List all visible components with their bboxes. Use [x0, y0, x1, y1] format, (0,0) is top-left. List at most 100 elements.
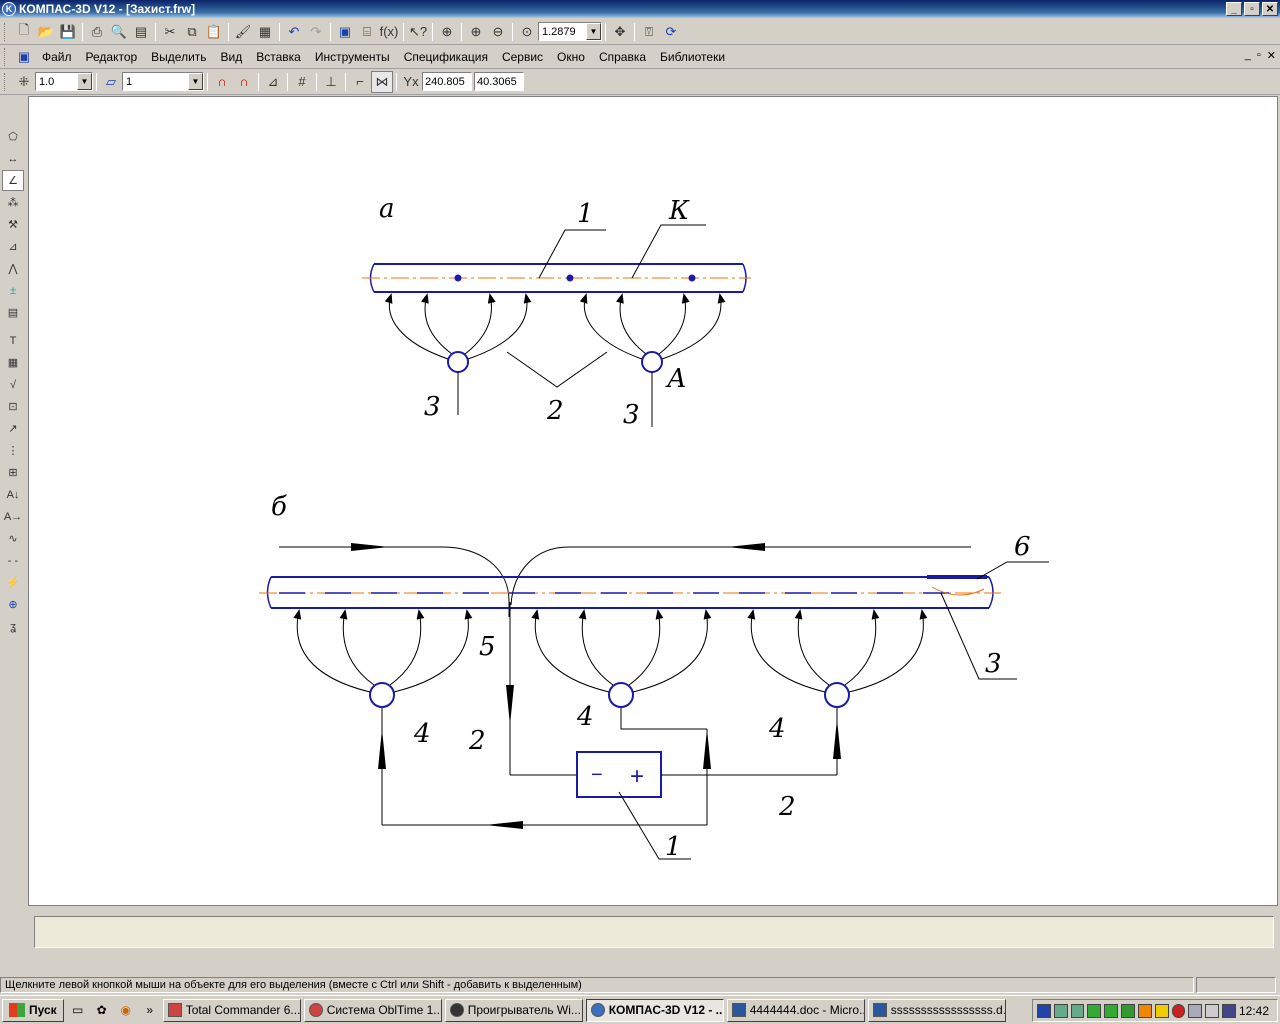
- show-desktop-icon[interactable]: ▭: [68, 1000, 88, 1020]
- tray-shield-icon[interactable]: [1137, 1003, 1152, 1018]
- cursor-step-icon[interactable]: ⁜: [13, 71, 35, 93]
- menu-editor[interactable]: Редактор: [79, 50, 145, 64]
- maximize-button[interactable]: ▫: [1244, 2, 1260, 16]
- task-kompas[interactable]: КОМПАС-3D V12 - ...: [585, 998, 724, 1022]
- coord-y-field[interactable]: 40.3065: [474, 72, 524, 91]
- roughness-icon[interactable]: √: [2, 374, 24, 395]
- kompas-app-icon[interactable]: K: [2, 2, 16, 16]
- preview-icon[interactable]: ▤: [130, 21, 152, 43]
- task-obltime[interactable]: Система OblTime 1....: [303, 998, 442, 1022]
- zoom-combo[interactable]: 1.2879 ▼: [538, 22, 602, 41]
- close-button[interactable]: ✕: [1262, 2, 1278, 16]
- spec-icon[interactable]: ▣: [334, 21, 356, 43]
- reports-icon[interactable]: ▤: [2, 302, 24, 323]
- menu-service[interactable]: Сервис: [495, 50, 550, 64]
- cut-line-icon[interactable]: A↓: [2, 484, 24, 505]
- menu-help[interactable]: Справка: [592, 50, 653, 64]
- snap-magnet-icon[interactable]: ∩: [211, 71, 233, 93]
- axis-line-icon[interactable]: - -: [2, 550, 24, 571]
- menu-select[interactable]: Выделить: [144, 50, 213, 64]
- zoom-out-icon[interactable]: ⊖: [487, 21, 509, 43]
- lightning-icon[interactable]: ⚡: [2, 572, 24, 593]
- minimize-button[interactable]: _: [1226, 2, 1242, 16]
- paste-icon[interactable]: 📋: [203, 21, 225, 43]
- open-icon[interactable]: 📂: [35, 21, 57, 43]
- grid-icon[interactable]: #: [291, 71, 313, 93]
- help-pointer-icon[interactable]: ↖?: [407, 21, 429, 43]
- tolerance-icon[interactable]: ⊞: [2, 462, 24, 483]
- designations-icon[interactable]: ∠: [2, 170, 24, 191]
- print-preview-icon[interactable]: 🔍: [108, 21, 130, 43]
- ortho-icon[interactable]: ⊿: [262, 71, 284, 93]
- tray-guard-icon[interactable]: [1154, 1003, 1169, 1018]
- tray-update-icon[interactable]: [1087, 1003, 1102, 1018]
- zoom-scale-icon[interactable]: ⊙: [516, 21, 538, 43]
- layer-combo[interactable]: 1 ▼: [122, 72, 204, 91]
- redo-icon[interactable]: ↷: [305, 21, 327, 43]
- dimensions-icon[interactable]: ↔: [2, 148, 24, 169]
- task-media-player[interactable]: Проигрыватель Wi...: [444, 998, 583, 1022]
- chevron-down-icon[interactable]: ▼: [586, 23, 601, 40]
- text-icon[interactable]: T: [2, 330, 24, 351]
- quicklaunch-browser-icon[interactable]: ◉: [116, 1000, 136, 1020]
- language-icon[interactable]: [1037, 1003, 1051, 1018]
- quicklaunch-more-icon[interactable]: »: [140, 1000, 160, 1020]
- quicklaunch-app-icon[interactable]: ✿: [92, 1000, 112, 1020]
- step-combo[interactable]: 1.0 ▼: [35, 72, 93, 91]
- break-line-icon[interactable]: ʓ: [2, 616, 24, 637]
- layers-icon[interactable]: ▱: [100, 71, 122, 93]
- zoom-frame-icon[interactable]: ⊕: [436, 21, 458, 43]
- select-icon[interactable]: ⋀: [2, 258, 24, 279]
- spec-edit-icon[interactable]: ±: [2, 280, 24, 301]
- menu-grip[interactable]: [4, 47, 7, 66]
- new-document-icon[interactable]: 🗋: [13, 21, 35, 43]
- position-leader-icon[interactable]: ⋮: [2, 440, 24, 461]
- base-icon[interactable]: ⊡: [2, 396, 24, 417]
- task-total-commander[interactable]: Total Commander 6....: [162, 998, 301, 1022]
- start-button[interactable]: Пуск: [2, 998, 64, 1022]
- parametric-icon[interactable]: ⋈: [371, 70, 393, 93]
- task-word-doc[interactable]: 4444444.doc - Micro...: [726, 998, 865, 1022]
- volume-icon[interactable]: [1205, 1003, 1220, 1018]
- drawing-canvas[interactable]: а 1 К 3 2 3 А б 6 3 5 2 − + 1 2 4 4 4: [28, 96, 1278, 906]
- zoom-in-icon[interactable]: ⊕: [465, 21, 487, 43]
- menu-specification[interactable]: Спецификация: [397, 50, 495, 64]
- tray-settings-icon[interactable]: [1222, 1003, 1236, 1018]
- doc-close-button[interactable]: ✕: [1267, 49, 1276, 62]
- menu-insert[interactable]: Вставка: [249, 50, 308, 64]
- toolbar-grip[interactable]: [4, 22, 7, 41]
- tray-antivirus-icon[interactable]: [1188, 1003, 1203, 1018]
- wave-icon[interactable]: ∿: [2, 528, 24, 549]
- pan-icon[interactable]: ✥: [609, 21, 631, 43]
- copy-icon[interactable]: ⧉: [181, 21, 203, 43]
- tray-sync-icon[interactable]: [1104, 1003, 1119, 1018]
- menu-view[interactable]: Вид: [214, 50, 250, 64]
- print-icon[interactable]: ⎙: [86, 21, 108, 43]
- undo-icon[interactable]: ↶: [283, 21, 305, 43]
- measure-icon[interactable]: ⊿: [2, 236, 24, 257]
- tray-messenger-icon[interactable]: [1121, 1003, 1135, 1018]
- edit-icon[interactable]: ⁂: [2, 192, 24, 213]
- state-toolbar-grip[interactable]: [4, 72, 7, 91]
- menu-tools[interactable]: Инструменты: [308, 50, 397, 64]
- local-snap-icon[interactable]: ∩: [233, 71, 255, 93]
- table-icon[interactable]: ▦: [2, 352, 24, 373]
- geometry-icon[interactable]: ⬠: [2, 126, 24, 147]
- center-mark-icon[interactable]: ⊕: [2, 594, 24, 615]
- chevron-down-icon[interactable]: ▼: [188, 73, 203, 90]
- tray-app-icon[interactable]: [1070, 1003, 1085, 1018]
- menu-libraries[interactable]: Библиотеки: [653, 50, 732, 64]
- cut-icon[interactable]: ✂: [159, 21, 181, 43]
- save-icon[interactable]: 💾: [57, 21, 79, 43]
- library-icon[interactable]: ⌸: [356, 21, 378, 43]
- menu-file[interactable]: Файл: [35, 50, 79, 64]
- properties-brush-icon[interactable]: 🖌: [232, 21, 254, 43]
- refresh-icon[interactable]: ⟳: [660, 21, 682, 43]
- doc-restore-button[interactable]: ▫: [1257, 49, 1261, 62]
- network-icon[interactable]: [1053, 1003, 1068, 1018]
- local-cs-icon[interactable]: ⊥: [320, 71, 342, 93]
- coord-x-field[interactable]: 240.805: [422, 72, 472, 91]
- function-icon[interactable]: f(x): [378, 21, 400, 43]
- round-icon[interactable]: ⌐: [349, 71, 371, 93]
- menu-window[interactable]: Окно: [550, 50, 592, 64]
